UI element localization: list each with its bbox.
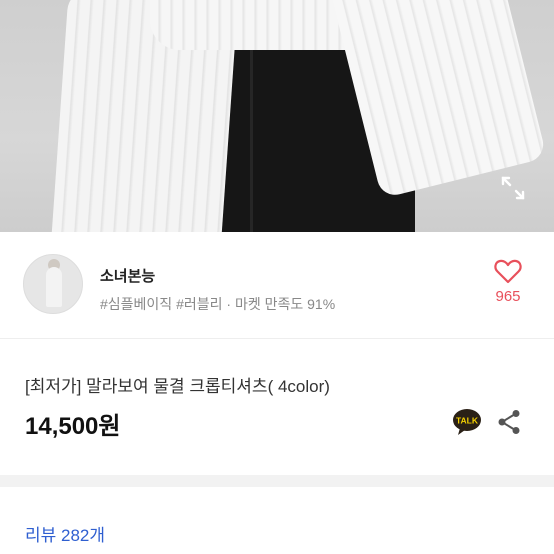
shop-avatar[interactable] <box>23 254 83 314</box>
like-count: 965 <box>495 288 521 305</box>
expand-icon[interactable] <box>500 175 526 201</box>
like-button[interactable]: 965 <box>480 258 536 318</box>
shop-name[interactable]: 소녀본능 <box>100 265 155 286</box>
product-title: [최저가] 말라보여 물결 크롭티셔츠( 4color) <box>25 377 330 396</box>
talk-badge-text: TALK <box>456 416 479 426</box>
product-image[interactable] <box>0 0 554 232</box>
heart-icon <box>494 259 522 284</box>
reviews-link[interactable]: 리뷰 282개 <box>25 521 105 546</box>
product-price: 14,500원 <box>25 413 121 440</box>
shop-tags: #심플베이직 #러블리 · 마켓 만족도 91% <box>100 296 336 312</box>
share-icon <box>498 410 520 434</box>
section-divider <box>0 475 554 487</box>
kakaotalk-button[interactable]: TALK <box>452 408 482 436</box>
shop-info-row[interactable]: 소녀본능 #심플베이직 #러블리 · 마켓 만족도 91% 965 <box>0 232 554 339</box>
share-button[interactable] <box>497 409 521 435</box>
kakaotalk-icon: TALK <box>453 409 481 435</box>
